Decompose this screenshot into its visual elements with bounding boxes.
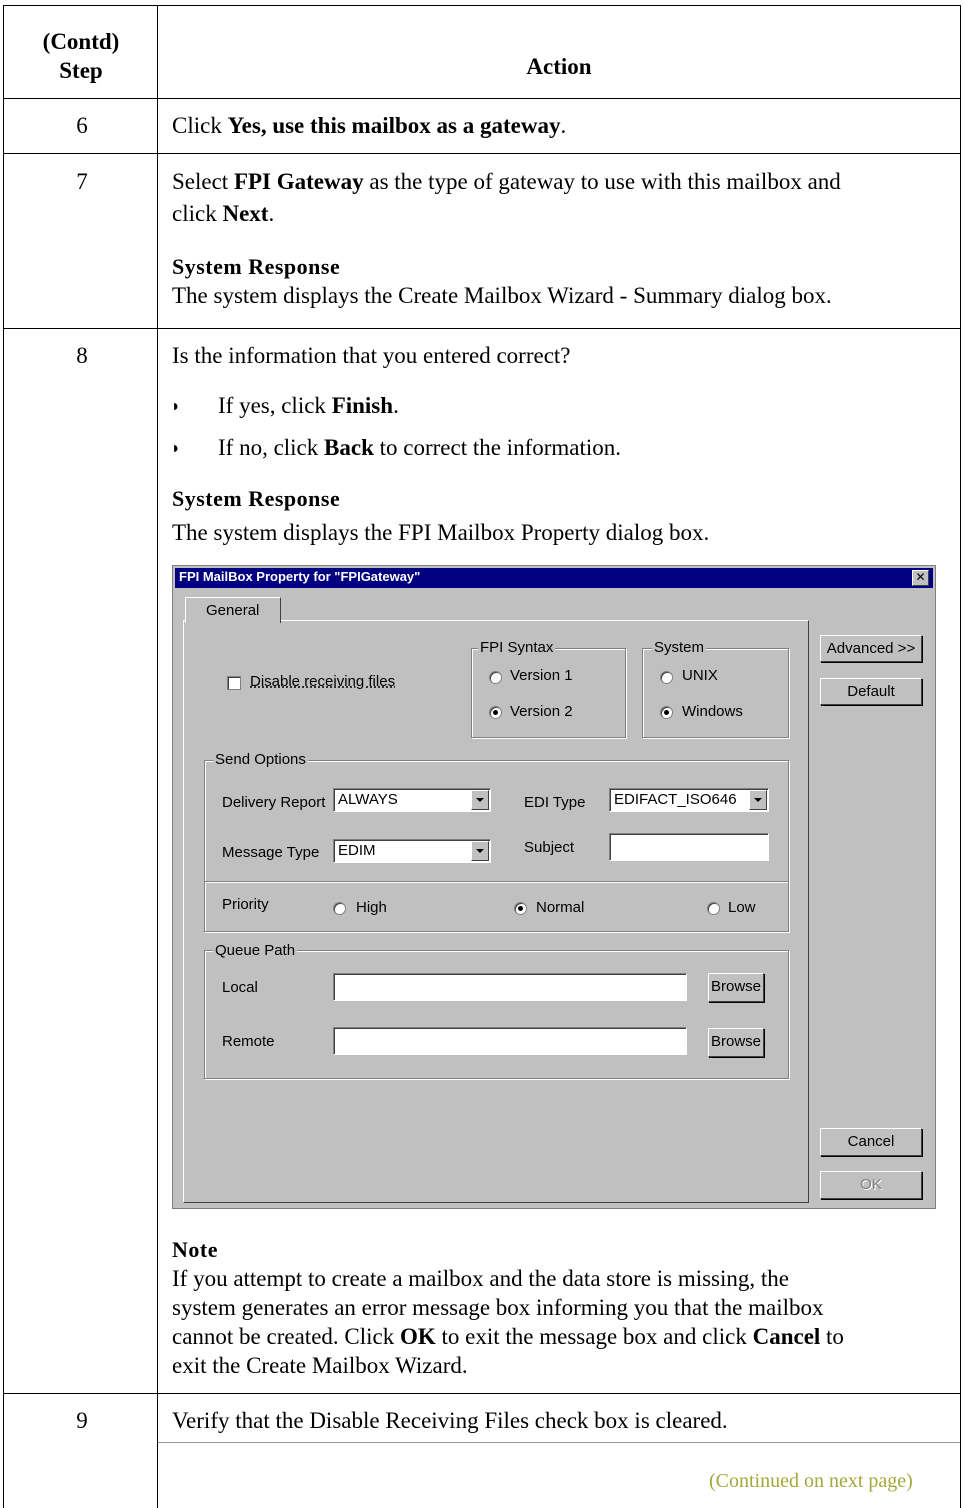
local-label: Local: [222, 979, 258, 996]
system-label: System: [652, 639, 707, 656]
advanced-button[interactable]: Advanced >>: [820, 635, 922, 662]
header-step: Step: [59, 58, 103, 83]
step-9-text: Verify that the Disable Receiving Files …: [172, 1408, 728, 1433]
note-line-3: cannot be created. Click OK to exit the …: [172, 1324, 844, 1349]
ok-button[interactable]: OK: [820, 1171, 922, 1199]
continued-note: (Continued on next page): [709, 1470, 913, 1492]
bullet-icon: ◗: [171, 398, 181, 415]
priority-normal-label: Normal: [536, 899, 585, 916]
step-number-7: 7: [76, 169, 88, 194]
bullet-yes: If yes, click Finish.: [218, 393, 399, 418]
version1-label: Version 1: [510, 667, 573, 684]
delivery-report-label: Delivery Report: [222, 794, 326, 811]
disable-receiving-checkbox[interactable]: [227, 676, 241, 690]
edi-type-select[interactable]: EDIFACT_ISO646: [609, 788, 769, 812]
priority-divider: [205, 881, 788, 883]
bullet-icon: ◗: [171, 440, 181, 457]
queue-path-group: [204, 950, 789, 1079]
edi-type-label: EDI Type: [524, 794, 586, 811]
action-column-header: Action: [526, 54, 592, 79]
note-heading: Note: [172, 1237, 218, 1262]
note-line-2: system generates an error message box in…: [172, 1295, 824, 1320]
queue-path-label: Queue Path: [213, 942, 298, 959]
version2-radio[interactable]: [489, 706, 502, 719]
priority-label: Priority: [222, 896, 269, 913]
fpi-syntax-group: [471, 648, 626, 738]
version1-radio[interactable]: [489, 671, 502, 684]
system-response-heading: System Response: [172, 254, 341, 279]
step-number-6: 6: [76, 113, 88, 138]
browse-remote-button[interactable]: Browse: [708, 1028, 764, 1057]
message-type-label: Message Type: [222, 844, 320, 861]
send-options-label: Send Options: [213, 751, 308, 768]
step-number-8: 8: [76, 343, 88, 368]
step-number-9: 9: [76, 1408, 88, 1433]
browse-local-button[interactable]: Browse: [708, 973, 764, 1002]
priority-normal-radio[interactable]: [514, 902, 527, 915]
subject-label: Subject: [524, 839, 575, 856]
subject-input[interactable]: [609, 833, 769, 861]
close-icon[interactable]: ✕: [912, 570, 929, 586]
tab-general[interactable]: General: [185, 597, 281, 623]
delivery-report-select[interactable]: ALWAYS: [333, 788, 491, 812]
windows-radio[interactable]: [660, 706, 673, 719]
priority-low-radio[interactable]: [707, 902, 720, 915]
step-column-header: (Contd) Step: [4, 27, 158, 85]
default-button[interactable]: Default: [820, 678, 922, 705]
header-contd: (Contd): [42, 29, 120, 54]
disable-receiving-label: Disable receiving files: [250, 673, 396, 690]
chevron-down-icon[interactable]: [749, 790, 767, 810]
message-type-select[interactable]: EDIM: [333, 839, 491, 863]
system-group: [642, 648, 789, 738]
priority-low-label: Low: [728, 899, 756, 916]
continued-divider: [158, 1442, 960, 1443]
system-response-heading: System Response: [172, 486, 341, 511]
remote-label: Remote: [222, 1033, 275, 1050]
chevron-down-icon[interactable]: [471, 790, 489, 810]
note-line-4: exit the Create Mailbox Wizard.: [172, 1353, 468, 1378]
version2-label: Version 2: [510, 703, 573, 720]
local-path-input[interactable]: [333, 973, 687, 1001]
note-line-1: If you attempt to create a mailbox and t…: [172, 1266, 789, 1291]
cancel-button[interactable]: Cancel: [820, 1128, 922, 1156]
unix-label: UNIX: [682, 667, 718, 684]
system-response-text: The system displays the Create Mailbox W…: [172, 283, 832, 308]
bullet-no: If no, click Back to correct the informa…: [218, 435, 622, 460]
dialog-title: FPI MailBox Property for "FPIGateway": [179, 569, 421, 584]
fpi-syntax-label: FPI Syntax: [478, 639, 556, 656]
windows-label: Windows: [682, 703, 743, 720]
step-7-line2: click Next.: [172, 201, 275, 226]
system-response-text: The system displays the FPI Mailbox Prop…: [172, 520, 710, 545]
unix-radio[interactable]: [660, 671, 673, 684]
step-6-text: Click Yes, use this mailbox as a gateway…: [172, 113, 567, 138]
remote-path-input[interactable]: [333, 1027, 687, 1055]
chevron-down-icon[interactable]: [471, 841, 489, 861]
fpi-mailbox-property-dialog: FPI MailBox Property for "FPIGateway" ✕ …: [172, 565, 936, 1209]
priority-high-radio[interactable]: [333, 902, 346, 915]
step-7-line1: Select FPI Gateway as the type of gatewa…: [172, 169, 841, 194]
priority-high-label: High: [356, 899, 387, 916]
step-8-question: Is the information that you entered corr…: [172, 343, 571, 368]
dialog-titlebar: FPI MailBox Property for "FPIGateway" ✕: [175, 568, 933, 588]
